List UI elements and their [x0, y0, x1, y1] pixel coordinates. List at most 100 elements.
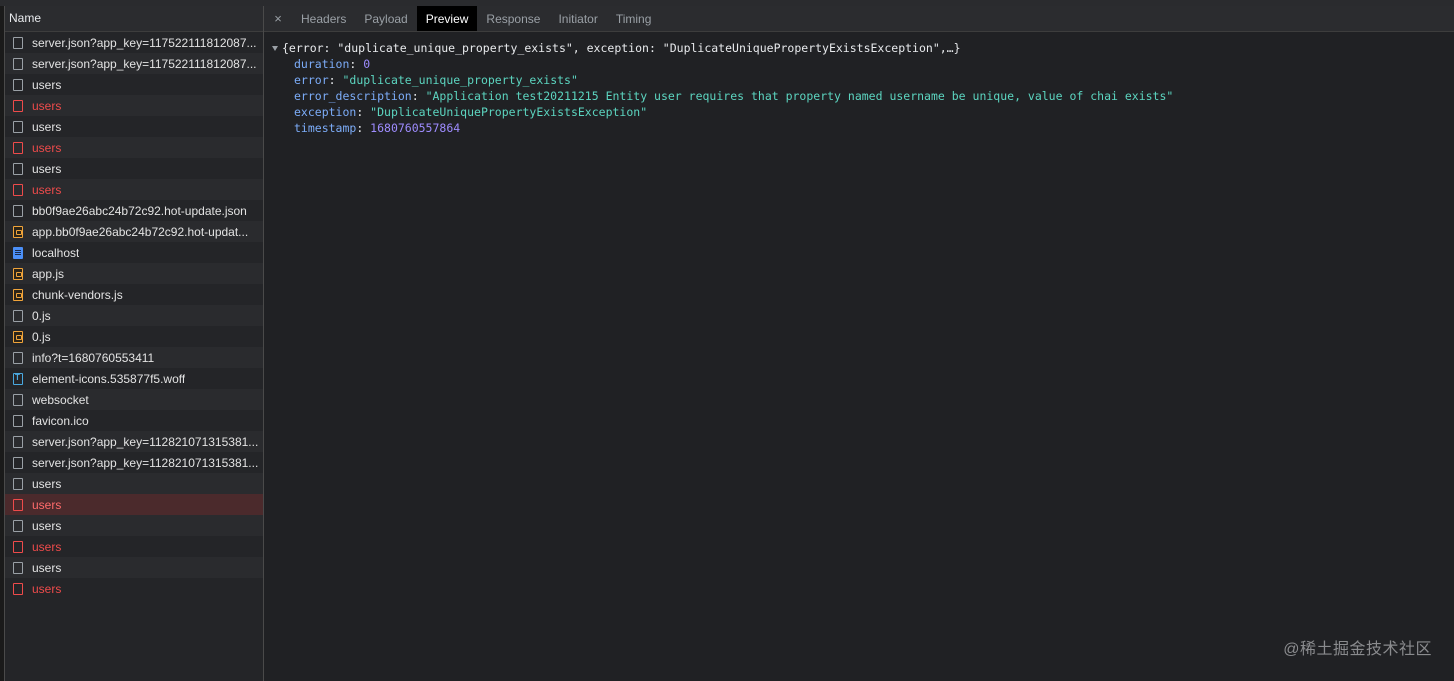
detail-tabbar: × Headers Payload Preview Response Initi…	[264, 6, 1454, 32]
file-icon	[13, 162, 23, 175]
request-name: users	[32, 518, 62, 533]
request-name: app.js	[32, 266, 65, 281]
error-file-icon	[13, 141, 23, 154]
json-summary-text: {error: "duplicate_unique_property_exist…	[282, 41, 961, 55]
request-name: server.json?app_key=112821071315381...	[32, 455, 259, 470]
json-value: 0	[363, 57, 371, 71]
request-name: bb0f9ae26abc24b72c92.hot-update.json	[32, 203, 247, 218]
request-row[interactable]: element-icons.535877f5.woff	[5, 368, 263, 389]
request-list-panel: Name server.json?app_key=117522111812087…	[5, 6, 264, 681]
request-name: server.json?app_key=117522111812087...	[32, 35, 257, 50]
request-row[interactable]: info?t=1680760553411	[5, 347, 263, 368]
error-file-icon	[13, 498, 23, 511]
request-name: element-icons.535877f5.woff	[32, 371, 186, 386]
json-property-row: exception: "DuplicateUniquePropertyExist…	[272, 104, 1454, 120]
request-row[interactable]: server.json?app_key=117522111812087...	[5, 32, 263, 53]
request-row[interactable]: server.json?app_key=112821071315381...	[5, 452, 263, 473]
request-row[interactable]: users	[5, 116, 263, 137]
expand-caret-icon[interactable]	[272, 45, 278, 51]
file-icon	[13, 414, 23, 427]
file-icon	[13, 477, 23, 490]
request-row[interactable]: localhost	[5, 242, 263, 263]
file-icon	[13, 309, 23, 322]
file-icon	[13, 57, 23, 70]
file-icon	[13, 120, 23, 133]
request-name: server.json?app_key=112821071315381...	[32, 434, 259, 449]
request-row[interactable]: users	[5, 74, 263, 95]
file-icon	[13, 435, 23, 448]
request-name: 0.js	[32, 329, 51, 344]
error-file-icon	[13, 582, 23, 595]
request-name: users	[32, 140, 62, 155]
json-colon: :	[356, 105, 371, 119]
request-name: users	[32, 476, 62, 491]
request-row[interactable]: app.js	[5, 263, 263, 284]
tab-response[interactable]: Response	[477, 6, 549, 31]
tab-payload[interactable]: Payload	[355, 6, 416, 31]
request-row[interactable]: chunk-vendors.js	[5, 284, 263, 305]
json-value: 1680760557864	[370, 121, 461, 135]
tab-headers[interactable]: Headers	[292, 6, 355, 31]
request-row[interactable]: users	[5, 494, 263, 515]
error-file-icon	[13, 183, 23, 196]
request-name: users	[32, 77, 62, 92]
file-icon	[13, 204, 23, 217]
request-row[interactable]: users	[5, 536, 263, 557]
script-file-icon	[13, 267, 23, 280]
json-property-row: timestamp: 1680760557864	[272, 120, 1454, 136]
request-list: server.json?app_key=117522111812087...se…	[5, 32, 263, 599]
document-icon	[13, 246, 23, 259]
tab-preview[interactable]: Preview	[416, 6, 478, 31]
request-row[interactable]: websocket	[5, 389, 263, 410]
request-name: websocket	[32, 392, 89, 407]
file-icon	[13, 519, 23, 532]
error-file-icon	[13, 99, 23, 112]
request-row[interactable]: users	[5, 95, 263, 116]
request-name: users	[32, 581, 62, 596]
file-icon	[13, 393, 23, 406]
json-key: timestamp	[294, 121, 357, 135]
request-name: users	[32, 98, 62, 113]
json-key: duration	[294, 57, 350, 71]
request-row[interactable]: app.bb0f9ae26abc24b72c92.hot-updat...	[5, 221, 263, 242]
json-property-row: error_description: "Application test2021…	[272, 88, 1454, 104]
request-name: users	[32, 119, 62, 134]
request-row[interactable]: users	[5, 515, 263, 536]
request-name: localhost	[32, 245, 80, 260]
json-value: "Application test20211215 Entity user re…	[425, 89, 1174, 103]
name-column-header[interactable]: Name	[5, 6, 263, 32]
request-name: users	[32, 497, 62, 512]
request-row[interactable]: bb0f9ae26abc24b72c92.hot-update.json	[5, 200, 263, 221]
request-name: users	[32, 161, 62, 176]
request-name: app.bb0f9ae26abc24b72c92.hot-updat...	[32, 224, 249, 239]
request-row[interactable]: favicon.ico	[5, 410, 263, 431]
request-row[interactable]: users	[5, 158, 263, 179]
tab-timing[interactable]: Timing	[607, 6, 661, 31]
request-row[interactable]: 0.js	[5, 326, 263, 347]
tab-initiator[interactable]: Initiator	[549, 6, 606, 31]
request-row[interactable]: users	[5, 578, 263, 599]
json-colon: :	[328, 73, 343, 87]
request-row[interactable]: users	[5, 473, 263, 494]
script-file-icon	[13, 330, 23, 343]
request-name: favicon.ico	[32, 413, 89, 428]
close-icon[interactable]: ×	[264, 6, 292, 31]
file-icon	[13, 561, 23, 574]
request-row[interactable]: users	[5, 557, 263, 578]
font-file-icon	[13, 372, 23, 385]
request-name: 0.js	[32, 308, 51, 323]
request-name: server.json?app_key=117522111812087...	[32, 56, 257, 71]
script-file-icon	[13, 225, 23, 238]
json-colon: :	[349, 57, 364, 71]
file-icon	[13, 351, 23, 364]
json-properties: duration: 0 error: "duplicate_unique_prop…	[272, 56, 1454, 136]
request-row[interactable]: server.json?app_key=112821071315381...	[5, 431, 263, 452]
request-row[interactable]: server.json?app_key=117522111812087...	[5, 53, 263, 74]
json-property-row: duration: 0	[272, 56, 1454, 72]
request-row[interactable]: users	[5, 179, 263, 200]
json-key: error_description	[294, 89, 412, 103]
request-row[interactable]: users	[5, 137, 263, 158]
json-summary-toggle[interactable]: {error: "duplicate_unique_property_exist…	[272, 40, 1454, 56]
request-row[interactable]: 0.js	[5, 305, 263, 326]
error-file-icon	[13, 540, 23, 553]
